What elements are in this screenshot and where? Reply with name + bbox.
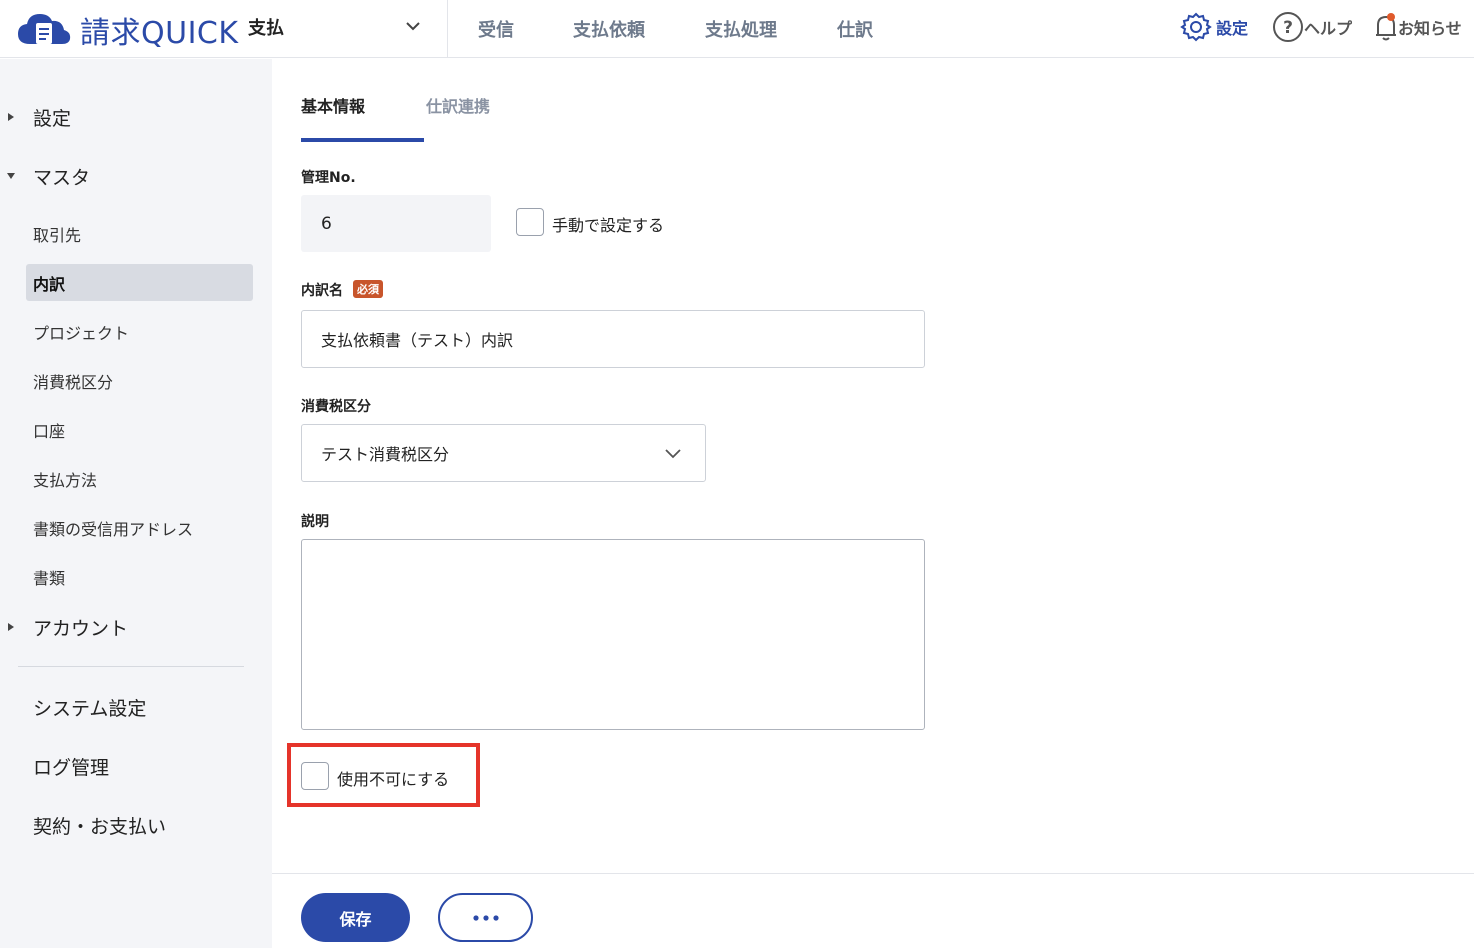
sidebar-item-partners[interactable]: 取引先 [26, 215, 253, 252]
sidebar-item-receive-address[interactable]: 書類の受信用アドレス [26, 509, 253, 546]
nav-payment-request[interactable]: 支払依頼 [573, 16, 645, 42]
sidebar-log-management[interactable]: ログ管理 [33, 753, 109, 780]
sidebar: 設定 マスタ 取引先 内訳 プロジェクト 消費税区分 口座 支払方法 書類の受信… [0, 59, 272, 948]
more-options-button[interactable] [438, 893, 533, 942]
caret-right-icon [8, 623, 14, 631]
active-tab-indicator [301, 138, 424, 142]
tab-journal-link[interactable]: 仕訳連携 [426, 93, 490, 117]
sidebar-item-tax-category[interactable]: 消費税区分 [26, 362, 253, 399]
main-content: 基本情報 仕訳連携 管理No. 6 手動で設定する 内訳名 必須 支払依頼書（テス… [272, 59, 1474, 948]
manual-setting-label[interactable]: 手動で設定する [552, 212, 664, 236]
settings-label: 設定 [1216, 19, 1249, 38]
gear-icon [1180, 12, 1212, 42]
notice-link[interactable]: お知らせ [1374, 10, 1462, 44]
sidebar-group-label: マスタ [33, 166, 91, 189]
mgmt-no-label: 管理No. [301, 170, 356, 186]
product-label: 支払 [248, 18, 284, 39]
mgmt-no-field[interactable]: 6 [301, 195, 491, 252]
manual-setting-checkbox[interactable] [516, 208, 544, 236]
required-badge: 必須 [353, 280, 383, 298]
product-switcher[interactable]: 支払 [248, 0, 448, 58]
chevron-down-icon [665, 449, 681, 459]
disable-label[interactable]: 使用不可にする [337, 766, 449, 790]
settings-link[interactable]: 設定 [1180, 10, 1248, 44]
help-label: ヘルプ [1304, 19, 1353, 38]
tax-category-label: 消費税区分 [301, 399, 371, 415]
nav-receive[interactable]: 受信 [478, 16, 514, 42]
sidebar-group-master[interactable]: マスタ [0, 156, 272, 196]
bell-icon [1376, 13, 1396, 41]
caret-down-icon [7, 173, 15, 179]
save-button[interactable]: 保存 [301, 893, 410, 942]
tab-basic-info[interactable]: 基本情報 [301, 93, 365, 117]
description-textarea[interactable] [301, 539, 925, 730]
sidebar-item-project[interactable]: プロジェクト [26, 313, 253, 350]
sidebar-group-label: 設定 [33, 107, 72, 130]
notice-label: お知らせ [1398, 19, 1462, 38]
ellipsis-icon [472, 914, 499, 921]
sidebar-group-settings[interactable]: 設定 [0, 97, 272, 137]
nav-journal[interactable]: 仕訳 [837, 16, 873, 42]
app-header: 請求QUICK 支払 受信 支払依頼 支払処理 仕訳 設定 ? ヘルプ お知らせ [0, 0, 1474, 58]
app-logo-text: 請求QUICK [80, 16, 239, 51]
tax-category-value: テスト消費税区分 [321, 445, 450, 464]
name-label: 内訳名 必須 [301, 280, 383, 300]
sidebar-item-documents[interactable]: 書類 [26, 558, 253, 595]
name-label-text: 内訳名 [301, 283, 343, 299]
sidebar-item-account[interactable]: 口座 [26, 411, 253, 448]
nav-payment-process[interactable]: 支払処理 [705, 16, 777, 42]
help-link[interactable]: ? ヘルプ [1272, 10, 1352, 44]
footer-divider [272, 873, 1474, 874]
svg-text:?: ? [1283, 18, 1293, 38]
sidebar-divider [18, 666, 244, 667]
sidebar-contract-payment[interactable]: 契約・お支払い [33, 812, 166, 839]
chevron-down-icon [406, 22, 420, 31]
tax-category-select[interactable]: テスト消費税区分 [301, 424, 706, 482]
caret-right-icon [8, 113, 14, 121]
sidebar-item-payment-method[interactable]: 支払方法 [26, 460, 253, 497]
sidebar-system-settings[interactable]: システム設定 [33, 694, 146, 721]
help-icon: ? [1273, 12, 1303, 42]
sidebar-group-account[interactable]: アカウント [0, 607, 272, 647]
description-label: 説明 [301, 514, 329, 530]
sidebar-item-breakdown[interactable]: 内訳 [26, 264, 253, 301]
app-logo-icon [18, 14, 71, 44]
breakdown-name-input[interactable]: 支払依頼書（テスト）内訳 [301, 310, 925, 368]
disable-checkbox[interactable] [301, 762, 329, 790]
sidebar-group-label: アカウント [33, 617, 129, 640]
